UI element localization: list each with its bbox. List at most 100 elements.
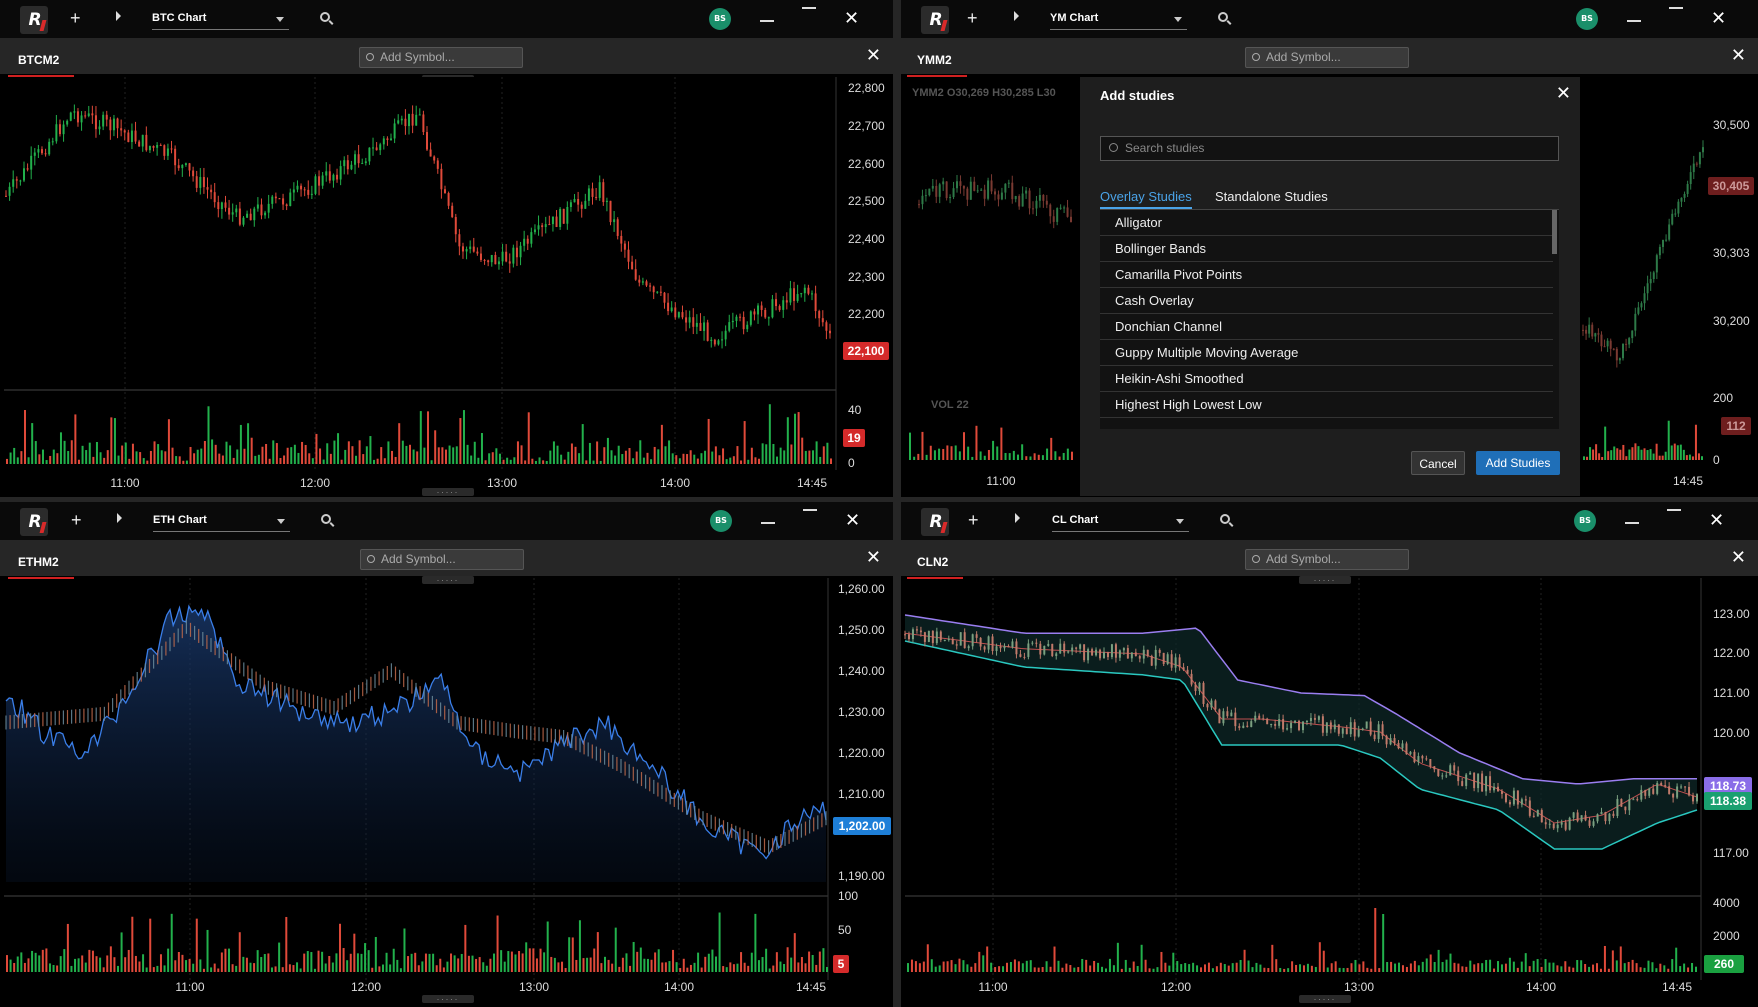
candle — [188, 163, 191, 171]
candle — [659, 291, 662, 293]
candle — [1294, 720, 1297, 723]
volume-bar — [328, 955, 331, 972]
volume-bar — [1493, 968, 1496, 972]
list-item[interactable]: Guppy Multiple Moving Average — [1100, 340, 1553, 366]
volume-bar — [392, 948, 395, 972]
volume-bar — [1595, 444, 1598, 460]
volume-bar — [743, 421, 746, 464]
candle — [33, 152, 36, 156]
candle — [1049, 204, 1052, 217]
volume-bar — [495, 448, 498, 464]
candle — [483, 259, 486, 261]
candle — [440, 168, 443, 190]
list-item[interactable]: Donchian Channel — [1100, 314, 1553, 340]
volume-bar — [1287, 968, 1290, 972]
volume-bar — [1283, 968, 1286, 972]
volume-bar — [822, 948, 825, 972]
list-item[interactable]: Heikin-Ashi Smoothed — [1100, 366, 1553, 392]
volume-bar — [1243, 949, 1246, 972]
list-item[interactable]: Alligator — [1100, 210, 1553, 236]
list-item[interactable]: Camarilla Pivot Points — [1100, 262, 1553, 288]
candle — [1341, 728, 1344, 734]
candle — [1548, 823, 1551, 825]
candle — [1290, 722, 1293, 729]
candle — [44, 153, 47, 155]
volume-bar — [704, 956, 707, 972]
volume-bar — [686, 967, 689, 972]
volume-bar — [478, 957, 481, 972]
list-item[interactable]: Cash Overlay — [1100, 288, 1553, 314]
volume-bar — [1649, 449, 1652, 460]
volume-bar — [747, 459, 750, 464]
btc-chart-window: R + BTC Chart BS ✕ BTCM2 Add Symbol... ✕… — [0, 0, 893, 497]
candle — [1166, 654, 1169, 664]
candle — [303, 189, 306, 191]
volume-bar — [1390, 961, 1393, 972]
candle — [952, 188, 955, 198]
volume-bar — [423, 447, 426, 464]
volume-bar — [636, 951, 639, 972]
volume-bar — [178, 456, 181, 464]
search-studies-input[interactable]: Search studies — [1100, 136, 1559, 161]
candle — [382, 138, 385, 145]
candle — [69, 112, 72, 121]
resize-handle[interactable]: ..... — [422, 993, 474, 1003]
candle — [1075, 647, 1078, 649]
add-studies-button[interactable]: Add Studies — [1476, 451, 1560, 475]
volume-bar — [81, 955, 84, 972]
list-item[interactable]: Bollinger Bands — [1100, 236, 1553, 262]
resize-handle[interactable]: ..... — [1299, 993, 1351, 1003]
volume-bar — [1616, 448, 1619, 460]
time-tick-label: 13:00 — [519, 980, 549, 994]
close-dialog-icon[interactable]: ✕ — [1556, 83, 1571, 104]
volume-bar — [1263, 967, 1266, 972]
volume-bar — [550, 956, 553, 972]
resize-handle[interactable]: ..... — [422, 486, 474, 496]
volume-bar — [1136, 966, 1139, 972]
volume-bar — [1664, 451, 1667, 460]
volume-bar — [263, 954, 266, 972]
volume-bar — [376, 458, 379, 464]
volume-bar — [1504, 963, 1507, 972]
candle — [1493, 786, 1496, 791]
volume-bar — [507, 951, 510, 972]
volume-bar — [1394, 963, 1397, 972]
volume-bar — [139, 452, 142, 464]
volume-bar — [1437, 949, 1440, 972]
candle — [148, 146, 151, 151]
volume-bar — [1688, 454, 1691, 460]
tab-standalone-studies[interactable]: Standalone Studies — [1215, 189, 1328, 204]
candle — [938, 184, 941, 197]
candle — [1600, 334, 1603, 347]
candle — [1680, 197, 1683, 202]
volume-bar — [113, 957, 116, 972]
list-scrollbar[interactable] — [1552, 210, 1557, 254]
candle — [487, 260, 490, 263]
volume-bar — [639, 947, 642, 972]
volume-bar — [1586, 456, 1589, 460]
cancel-button[interactable]: Cancel — [1411, 451, 1465, 475]
candle — [1337, 724, 1340, 734]
tab-overlay-studies[interactable]: Overlay Studies — [1100, 189, 1192, 209]
candle — [1126, 648, 1129, 659]
studies-list[interactable]: Alligator Bollinger Bands Camarilla Pivo… — [1100, 209, 1559, 429]
volume-bar — [13, 962, 16, 972]
volume-bar — [206, 929, 209, 972]
volume-bar — [319, 448, 322, 464]
list-item[interactable]: Highest High Lowest Low — [1100, 392, 1553, 418]
candle — [519, 245, 522, 258]
volume-bar — [539, 948, 542, 972]
volume-bar — [750, 447, 753, 464]
volume-bar — [193, 453, 196, 464]
volume-bar — [1637, 446, 1640, 460]
volume-bar — [1041, 967, 1044, 972]
volume-bar — [1200, 967, 1203, 972]
volume-bar — [106, 450, 109, 464]
volume-bar — [45, 460, 48, 464]
volume-bar — [484, 460, 487, 464]
candle — [1556, 824, 1559, 829]
candle — [1305, 721, 1308, 723]
candle — [591, 188, 594, 197]
volume-bar — [958, 451, 961, 460]
candle — [260, 204, 263, 216]
